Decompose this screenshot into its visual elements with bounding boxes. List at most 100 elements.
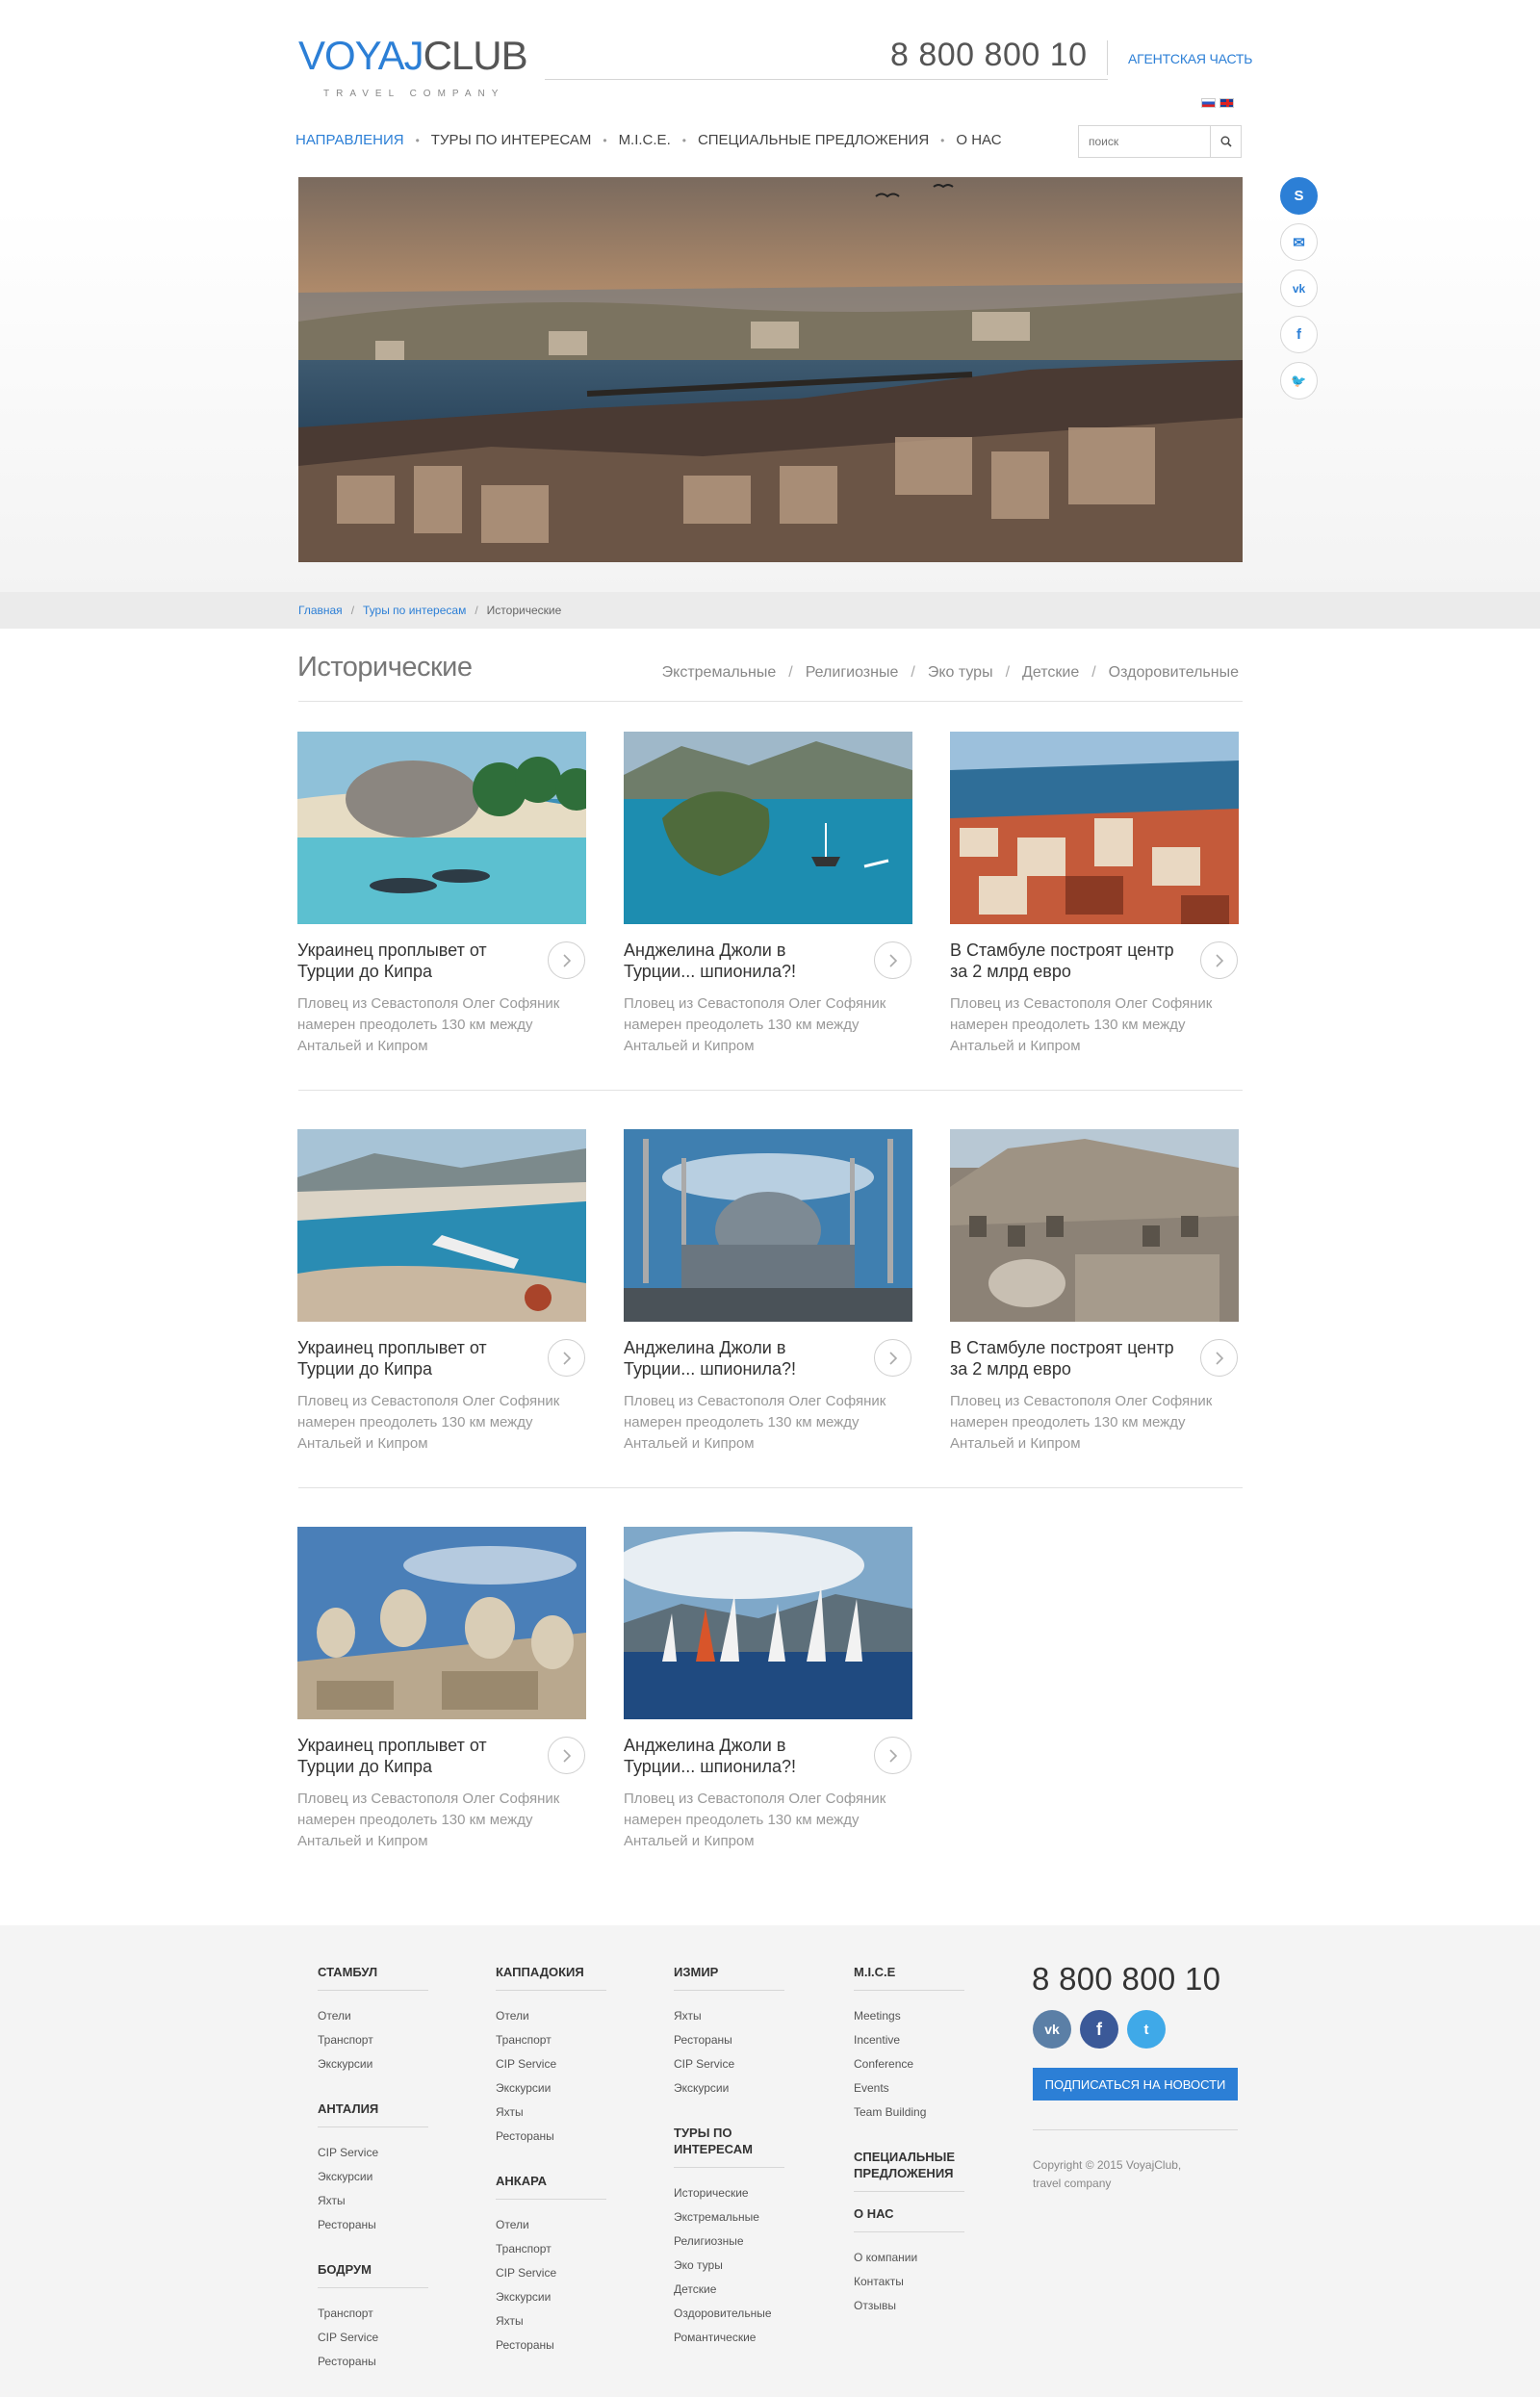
skype-icon[interactable]: S: [1280, 177, 1318, 215]
chevron-right-icon[interactable]: [548, 1737, 585, 1774]
footer-link[interactable]: Рестораны: [318, 2350, 428, 2374]
card-title[interactable]: В Стамбуле построят центр за 2 млрд евро: [950, 1337, 1181, 1379]
tour-card[interactable]: Украинец проплывет от Турции до Кипра Пл…: [297, 732, 586, 1054]
nav-item-directions[interactable]: Направления: [295, 132, 404, 148]
chevron-right-icon[interactable]: [1200, 1339, 1238, 1377]
card-title[interactable]: Украинец проплывет от Турции до Кипра: [297, 1735, 528, 1777]
mail-icon[interactable]: ✉: [1280, 223, 1318, 261]
subcat-religious[interactable]: Религиозные: [806, 664, 899, 682]
footer-link[interactable]: Контакты: [854, 2270, 974, 2294]
footer-link[interactable]: О компании: [854, 2246, 974, 2270]
nav-item-special-offers[interactable]: Специальные предложения: [698, 132, 929, 148]
tour-card[interactable]: Анджелина Джоли в Турции... шпионила?! П…: [624, 1129, 912, 1452]
agency-link[interactable]: Агентская часть: [1128, 51, 1252, 66]
card-image-bay[interactable]: [624, 732, 912, 924]
card-image-sailboats[interactable]: [624, 1527, 912, 1719]
card-image-stone-city[interactable]: [950, 1129, 1239, 1322]
twitter-icon[interactable]: 🐦: [1280, 362, 1318, 400]
footer-link[interactable]: Экскурсии: [496, 2076, 606, 2101]
chevron-right-icon[interactable]: [874, 941, 911, 979]
footer-link[interactable]: Отели: [318, 2004, 428, 2028]
footer-link[interactable]: Рестораны: [496, 2125, 606, 2149]
flag-ru-icon[interactable]: [1201, 98, 1216, 108]
chevron-right-icon[interactable]: [874, 1339, 911, 1377]
footer-link[interactable]: Экскурсии: [318, 2165, 428, 2189]
logo[interactable]: VOYAJCLUB: [298, 33, 528, 79]
vk-icon[interactable]: vk: [1280, 270, 1318, 307]
footer-link[interactable]: Экскурсии: [674, 2076, 789, 2101]
card-title[interactable]: Анджелина Джоли в Турции... шпионила?!: [624, 1735, 855, 1777]
footer-link[interactable]: CIP Service: [318, 2141, 428, 2165]
footer-heading[interactable]: Специальные предложения: [854, 2149, 974, 2181]
footer-link[interactable]: Транспорт: [496, 2237, 606, 2261]
footer-link[interactable]: Исторические: [674, 2181, 789, 2205]
footer-link[interactable]: Транспорт: [318, 2302, 428, 2326]
card-image-nemrut[interactable]: [297, 1527, 586, 1719]
card-image-alanya[interactable]: [297, 1129, 586, 1322]
footer-heading[interactable]: Анкара: [496, 2173, 606, 2189]
footer-link[interactable]: Экстремальные: [674, 2205, 789, 2229]
footer-link[interactable]: Incentive: [854, 2028, 974, 2052]
footer-link[interactable]: Романтические: [674, 2326, 789, 2350]
tour-card[interactable]: Анджелина Джоли в Турции... шпионила?! П…: [624, 732, 912, 1054]
footer-link[interactable]: Рестораны: [674, 2028, 789, 2052]
subcat-health[interactable]: Оздоровительные: [1109, 664, 1239, 682]
footer-link[interactable]: Эко туры: [674, 2254, 789, 2278]
twitter-icon[interactable]: t: [1127, 2010, 1166, 2049]
tour-card[interactable]: Анджелина Джоли в Турции... шпионила?! П…: [624, 1527, 912, 1849]
subscribe-button[interactable]: Подписаться на новости: [1033, 2068, 1238, 2101]
footer-heading[interactable]: Измир: [674, 1964, 789, 1980]
subcat-extreme[interactable]: Экстремальные: [662, 664, 777, 682]
nav-item-mice[interactable]: M.I.C.E.: [619, 132, 671, 148]
footer-link[interactable]: Отзывы: [854, 2294, 974, 2318]
footer-heading[interactable]: Туры по интересам: [674, 2125, 789, 2157]
tour-card[interactable]: Украинец проплывет от Турции до Кипра Пл…: [297, 1527, 586, 1849]
chevron-right-icon[interactable]: [1200, 941, 1238, 979]
footer-link[interactable]: CIP Service: [318, 2326, 428, 2350]
footer-link[interactable]: Экскурсии: [318, 2052, 428, 2076]
footer-link[interactable]: Рестораны: [318, 2213, 428, 2237]
card-title[interactable]: Анджелина Джоли в Турции... шпионила?!: [624, 940, 855, 982]
search-input[interactable]: [1079, 126, 1204, 157]
card-title[interactable]: Украинец проплывет от Турции до Кипра: [297, 940, 528, 982]
footer-link[interactable]: Детские: [674, 2278, 789, 2302]
footer-link[interactable]: Транспорт: [318, 2028, 428, 2052]
vk-icon[interactable]: vk: [1033, 2010, 1071, 2049]
breadcrumb-parent[interactable]: Туры по интересам: [363, 604, 466, 617]
card-image-istanbul[interactable]: [950, 732, 1239, 924]
breadcrumb-home[interactable]: Главная: [298, 604, 343, 617]
footer-link[interactable]: Яхты: [674, 2004, 789, 2028]
footer-link[interactable]: Отели: [496, 2213, 606, 2237]
tour-card[interactable]: В Стамбуле построят центр за 2 млрд евро…: [950, 1129, 1239, 1452]
footer-link[interactable]: Conference: [854, 2052, 974, 2076]
footer-link[interactable]: CIP Service: [496, 2261, 606, 2285]
footer-link[interactable]: Meetings: [854, 2004, 974, 2028]
footer-heading[interactable]: Стамбул: [318, 1964, 428, 1980]
footer-link[interactable]: Рестораны: [496, 2333, 606, 2358]
subcat-kids[interactable]: Детские: [1022, 664, 1079, 682]
nav-item-interest-tours[interactable]: Туры по интересам: [431, 132, 592, 148]
footer-heading[interactable]: Бодрум: [318, 2261, 428, 2278]
footer-link[interactable]: Events: [854, 2076, 974, 2101]
footer-heading[interactable]: О нас: [854, 2205, 974, 2222]
footer-heading[interactable]: Анталия: [318, 2101, 428, 2117]
footer-link[interactable]: Яхты: [318, 2189, 428, 2213]
footer-link[interactable]: Яхты: [496, 2101, 606, 2125]
tour-card[interactable]: В Стамбуле построят центр за 2 млрд евро…: [950, 732, 1239, 1054]
footer-link[interactable]: Религиозные: [674, 2229, 789, 2254]
card-image-mosque[interactable]: [624, 1129, 912, 1322]
tour-card[interactable]: Украинец проплывет от Турции до Кипра Пл…: [297, 1129, 586, 1452]
footer-heading[interactable]: Каппадокия: [496, 1964, 606, 1980]
card-title[interactable]: В Стамбуле построят центр за 2 млрд евро: [950, 940, 1181, 982]
footer-link[interactable]: Team Building: [854, 2101, 974, 2125]
footer-link[interactable]: Оздоровительные: [674, 2302, 789, 2326]
card-image-beach[interactable]: [297, 732, 586, 924]
footer-link[interactable]: Транспорт: [496, 2028, 606, 2052]
card-title[interactable]: Украинец проплывет от Турции до Кипра: [297, 1337, 528, 1379]
chevron-right-icon[interactable]: [874, 1737, 911, 1774]
search-button[interactable]: [1210, 126, 1241, 157]
nav-item-about[interactable]: О нас: [956, 132, 1001, 148]
facebook-icon[interactable]: f: [1280, 316, 1318, 353]
footer-link[interactable]: Экскурсии: [496, 2285, 606, 2309]
card-title[interactable]: Анджелина Джоли в Турции... шпионила?!: [624, 1337, 855, 1379]
